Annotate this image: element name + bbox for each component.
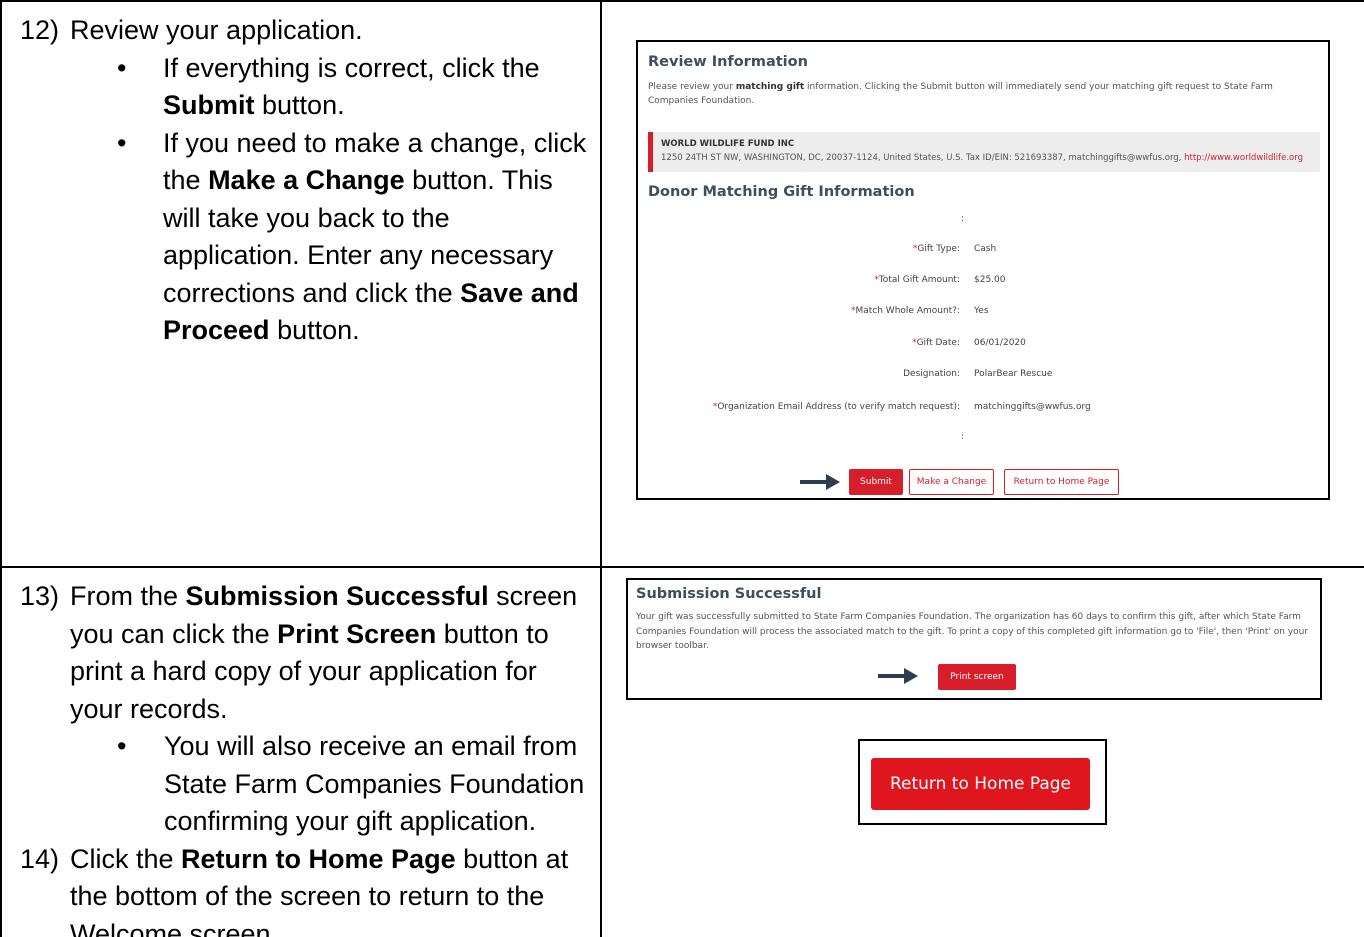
step-number: 14) [20,843,60,874]
bullet-icon: • [117,127,127,158]
step-13-bullet: • You will also receive an email from St… [20,728,590,841]
step-12-bullet-1: • If everything is correct, click the Su… [20,50,590,125]
organization-name: WORLD WILDLIFE FUND INC [661,139,795,149]
success-title: Submission Successful [636,586,822,602]
print-screen-ref: Print Screen [277,618,437,649]
bullet-icon: • [117,731,127,761]
review-intro: Please review your matching gift informa… [648,82,1273,106]
table-divider-vertical [600,0,602,937]
table-border-left [0,0,2,937]
review-title: Review Information [648,54,808,70]
return-home-ref: Return to Home Page [181,843,456,874]
step-12-cell: 12) Review your application. • If everyt… [20,12,590,350]
return-home-button-small[interactable]: Return to Home Page [1004,469,1119,495]
print-screen-button[interactable]: Print screen [938,664,1016,690]
step-title: Review your application. [70,15,363,45]
step-13: 13) From the Submission Successful scree… [20,578,590,728]
step-14: 14) Click the Return to Home Page button… [20,841,590,937]
review-information-screenshot: Review Information Please review your ma… [636,40,1330,500]
bullet-icon: • [117,52,127,83]
arrow-right-icon [878,668,918,684]
organization-address: 1250 24TH ST NW, WASHINGTON, DC, 20037-1… [661,153,1303,163]
step-number: 12) [20,15,60,45]
return-home-button[interactable]: Return to Home Page [871,758,1090,810]
instruction-table: 12) Review your application. • If everyt… [0,0,1364,937]
organization-website-link[interactable]: http://www.worldwildlife.org [1184,153,1303,163]
success-message: Your gift was successfully submitted to … [636,612,1309,651]
submission-successful-ref: Submission Successful [185,581,489,611]
submit-ref: Submit [163,90,255,120]
organization-box: WORLD WILDLIFE FUND INC 1250 24TH ST NW,… [648,132,1320,172]
step-12-heading: 12) Review your application. [20,12,590,50]
step-number: 13) [20,581,60,611]
table-divider-horizontal [0,566,1364,568]
submission-successful-screenshot: Submission Successful Your gift was succ… [626,578,1322,700]
step-13-14-cell: 13) From the Submission Successful scree… [20,578,590,937]
donor-matching-title: Donor Matching Gift Information [648,184,915,200]
submit-button[interactable]: Submit [849,469,903,495]
arrow-right-icon [800,474,840,490]
make-change-ref: Make a Change [208,165,405,195]
step-12-bullet-2: • If you need to make a change, click th… [20,125,590,350]
return-home-zoom-box: Return to Home Page [858,739,1107,825]
table-border-top [0,0,1364,2]
make-a-change-button[interactable]: Make a Change [909,469,994,495]
